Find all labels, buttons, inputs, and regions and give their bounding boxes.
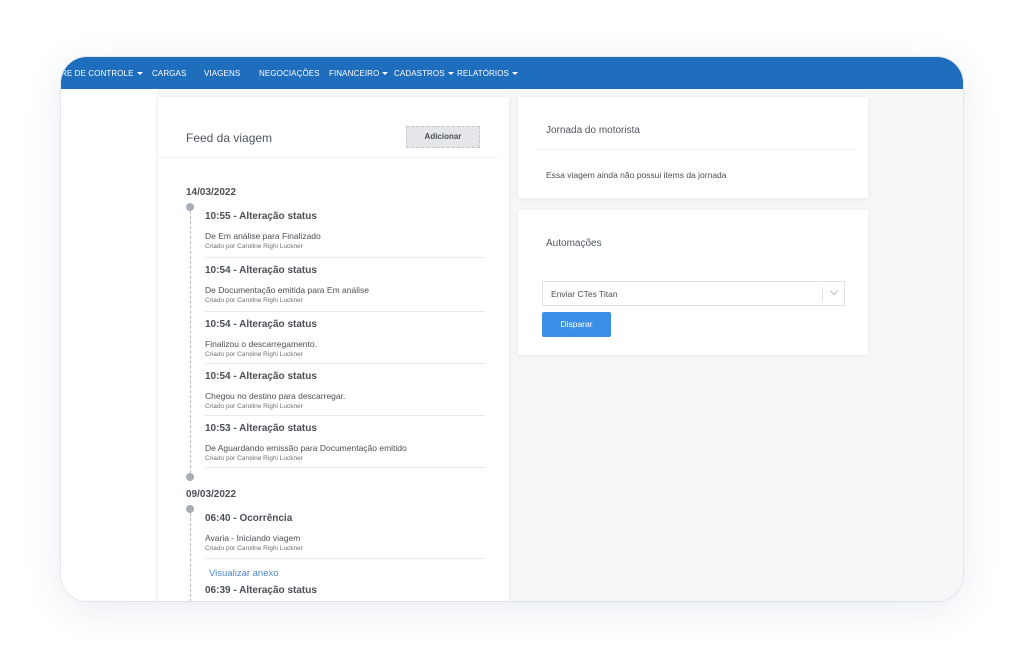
nav-label: NEGOCIAÇÕES xyxy=(259,69,320,78)
timeline-dot xyxy=(186,203,194,211)
jornada-empty-text: Essa viagem ainda não possui items da jo… xyxy=(546,170,727,180)
automacoes-card: Automações Enviar CTes Titan Disparar xyxy=(518,210,868,355)
date-label: 09/03/2022 xyxy=(186,489,237,500)
main-content: Feed da viagem Adicionar 14/03/2022 10:5… xyxy=(61,89,963,601)
feed-entry: 10:54 - Alteração status De Documentação… xyxy=(205,265,485,313)
nav-label: CADASTROS xyxy=(394,69,445,78)
entry-author: Criado por Caroline Righi Luckner xyxy=(205,297,303,304)
caret-down-icon xyxy=(382,72,389,76)
entry-title: 10:54 - Alteração status xyxy=(205,265,317,276)
left-gutter xyxy=(61,89,157,601)
caret-down-icon xyxy=(511,72,518,76)
entry-title: 10:54 - Alteração status xyxy=(205,319,317,330)
nav-label: VIAGENS xyxy=(204,69,241,78)
caret-down-icon xyxy=(447,72,454,76)
feed-entry: 06:39 - Alteração status xyxy=(205,585,485,601)
entry-title: 06:39 - Alteração status xyxy=(205,585,317,596)
chevron-down-icon xyxy=(829,286,839,296)
nav-item-cargas[interactable]: CARGAS xyxy=(152,67,186,81)
select-separator xyxy=(822,287,823,301)
entry-title: 10:54 - Alteração status xyxy=(205,371,317,382)
entry-description: Finalizou o descarregamento. xyxy=(205,339,317,349)
top-navbar: RE DE CONTROLE CARGAS VIAGENS NEGOCIAÇÕE… xyxy=(61,57,963,89)
entry-author: Criado por Caroline Righi Luckner xyxy=(205,403,303,410)
entry-title: 10:55 - Alteração status xyxy=(205,211,317,222)
nav-label: FINANCEIRO xyxy=(329,69,380,78)
entry-divider xyxy=(205,415,485,416)
entry-description: De Em análise para Finalizado xyxy=(205,231,321,241)
add-button[interactable]: Adicionar xyxy=(406,126,480,148)
automation-select[interactable]: Enviar CTes Titan xyxy=(542,281,845,306)
nav-item-financeiro[interactable]: FINANCEIRO xyxy=(329,67,389,81)
entry-description: De Documentação emitida para Em análise xyxy=(205,285,369,295)
timeline-line xyxy=(190,513,191,601)
feed-entry: 10:55 - Alteração status De Em análise p… xyxy=(205,211,485,259)
caret-down-icon xyxy=(136,72,143,76)
view-attachment-link[interactable]: Visualizar anexo xyxy=(209,568,279,579)
feed-entry: 10:54 - Alteração status Chegou no desti… xyxy=(205,371,485,419)
app-window: RE DE CONTROLE CARGAS VIAGENS NEGOCIAÇÕE… xyxy=(61,57,963,601)
entry-divider xyxy=(205,558,485,559)
nav-item-negociacoes[interactable]: NEGOCIAÇÕES xyxy=(259,67,320,81)
entry-title: 06:40 - Ocorrência xyxy=(205,513,293,524)
timeline-line xyxy=(190,211,191,473)
automacoes-title: Automações xyxy=(546,238,602,249)
date-label: 14/03/2022 xyxy=(186,187,237,198)
nav-label: CARGAS xyxy=(152,69,187,78)
nav-item-cadastros[interactable]: CADASTROS xyxy=(394,67,454,81)
jornada-card: Jornada do motorista Essa viagem ainda n… xyxy=(518,97,868,198)
nav-item-torre-de-controle[interactable]: RE DE CONTROLE xyxy=(61,67,143,81)
entry-author: Criado por Caroline Righi Luckner xyxy=(205,455,303,462)
disparar-button[interactable]: Disparar xyxy=(542,312,611,337)
entry-description: Chegou no destino para descarregar. xyxy=(205,391,346,401)
jornada-title: Jornada do motorista xyxy=(546,125,640,136)
entry-author: Criado por Caroline Righi Luckner xyxy=(205,545,303,552)
entry-divider xyxy=(205,467,485,468)
feed-header-divider xyxy=(158,157,498,158)
feed-title: Feed da viagem xyxy=(186,131,273,145)
entry-title: 10:53 - Alteração status xyxy=(205,423,317,434)
nav-item-viagens[interactable]: VIAGENS xyxy=(204,67,240,81)
timeline-dot xyxy=(186,505,194,513)
entry-description: De Aguardando emissão para Documentação … xyxy=(205,443,407,453)
timeline-dot xyxy=(186,473,194,481)
entry-description: Avaria - Iniciando viagem xyxy=(205,533,301,543)
entry-author: Criado por Caroline Righi Luckner xyxy=(205,243,303,250)
entry-author: Criado por Caroline Righi Luckner xyxy=(205,351,303,358)
jornada-divider xyxy=(538,149,856,150)
entry-divider xyxy=(205,363,485,364)
feed-entry: 06:40 - Ocorrência Avaria - Iniciando vi… xyxy=(205,513,485,561)
nav-label: RE DE CONTROLE xyxy=(61,69,134,78)
feed-entry: 10:54 - Alteração status Finalizou o des… xyxy=(205,319,485,367)
entry-divider xyxy=(205,311,485,312)
feed-entry: 10:53 - Alteração status De Aguardando e… xyxy=(205,423,485,471)
entry-divider xyxy=(205,257,485,258)
feed-card: Feed da viagem Adicionar 14/03/2022 10:5… xyxy=(158,97,509,601)
nav-label: RELATÓRIOS xyxy=(457,69,509,78)
select-value: Enviar CTes Titan xyxy=(551,289,618,299)
nav-item-relatorios[interactable]: RELATÓRIOS xyxy=(457,67,518,81)
